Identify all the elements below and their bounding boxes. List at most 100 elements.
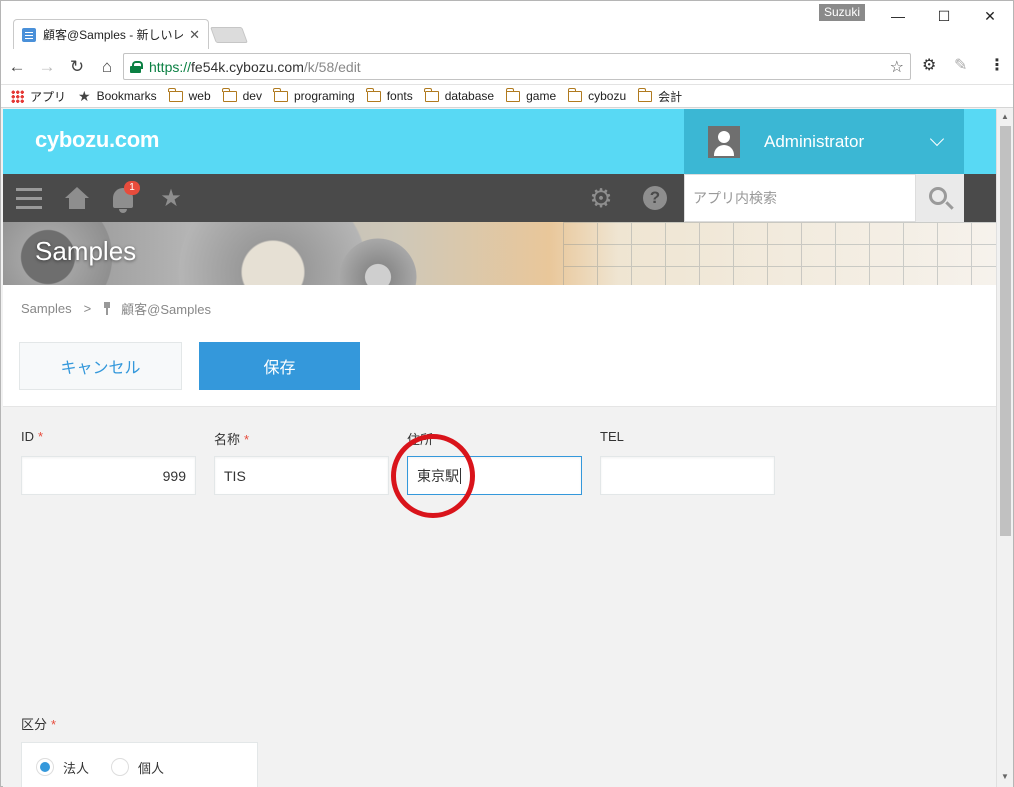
bookmark-star-icon[interactable]: ☆ (890, 57, 904, 77)
minimize-icon[interactable]: — (875, 1, 921, 31)
window-controls: — ☐ ✕ (875, 1, 1013, 31)
url-scheme: https:// (149, 58, 192, 75)
field-label-text: ID (21, 429, 34, 444)
field-label-name: 名称 * (214, 429, 249, 448)
forward-icon[interactable]: → (33, 53, 61, 81)
user-menu[interactable]: Administrator (684, 109, 964, 174)
browser-titlebar: 顧客@Samples - 新しいレ ✕ Suzuki — ☐ ✕ (1, 1, 1013, 49)
field-label-tel: TEL (600, 429, 624, 444)
reload-icon[interactable]: ↻ (63, 53, 91, 81)
field-label-text: 区分 (21, 717, 48, 732)
chevron-down-icon (929, 131, 945, 146)
radio-label: 個人 (138, 760, 165, 776)
id-field[interactable]: 999 (21, 456, 196, 495)
bookmark-fonts[interactable]: fonts (366, 87, 413, 103)
id-value: 999 (162, 467, 186, 484)
folder-icon (424, 87, 439, 102)
required-mark: * (51, 717, 57, 732)
bookmark-label: database (444, 89, 495, 103)
menu-kebab-icon[interactable]: ⋮ (989, 55, 1005, 75)
help-icon[interactable]: ? (641, 174, 669, 222)
extension-icon[interactable]: ✎ (954, 55, 967, 75)
breadcrumb-app[interactable]: 顧客@Samples (121, 299, 211, 318)
bookmark-label: fonts (386, 89, 413, 103)
bookmark-database[interactable]: database (424, 87, 495, 103)
browser-tab[interactable]: 顧客@Samples - 新しいレ ✕ (13, 19, 209, 49)
user-name: Administrator (764, 131, 865, 151)
annotation-circle (391, 434, 475, 518)
kintone-header: cybozu.com Administrator (3, 109, 996, 174)
save-button[interactable]: 保存 (199, 342, 360, 390)
scroll-thumb[interactable] (1000, 126, 1011, 536)
required-mark: * (244, 432, 250, 447)
browser-window: 顧客@Samples - 新しいレ ✕ Suzuki — ☐ ✕ ← → ↻ ⌂… (0, 0, 1014, 787)
apps-icon (11, 89, 24, 103)
hamburger-menu-icon[interactable] (15, 174, 43, 222)
star-icon: ★ (78, 87, 91, 104)
maximize-icon[interactable]: ☐ (921, 1, 967, 31)
settings-gear-icon[interactable]: ⚙ (587, 174, 615, 222)
banner-blueprint-art (563, 222, 996, 285)
space-banner: Samples (3, 222, 996, 285)
bookmark-bookmarks[interactable]: ★ Bookmarks (78, 88, 157, 105)
category-radio-group: 法人 個人 (21, 742, 258, 787)
close-tab-icon[interactable]: ✕ (189, 27, 200, 43)
tel-field[interactable] (600, 456, 775, 495)
folder-icon (222, 87, 237, 102)
home-nav-icon[interactable]: ⌂ (93, 53, 121, 81)
bookmark-dev[interactable]: dev (222, 87, 262, 103)
user-avatar-icon (708, 125, 740, 158)
radio-corporate[interactable]: 法人 (36, 758, 89, 777)
breadcrumb-space[interactable]: Samples (21, 301, 72, 316)
bookmark-apps[interactable]: アプリ (11, 88, 66, 105)
close-window-icon[interactable]: ✕ (967, 1, 1013, 31)
name-value: TIS (224, 467, 246, 484)
favorites-star-icon[interactable]: ★ (157, 174, 185, 222)
page-viewport: cybozu.com Administrator 1 ★ ⚙ ? アプリ内検索 … (3, 109, 996, 787)
breadcrumb: Samples > 顧客@Samples (21, 299, 211, 318)
folder-icon (168, 87, 183, 102)
cancel-button[interactable]: キャンセル (19, 342, 182, 390)
page-scrollbar[interactable]: ▲ ▼ (996, 109, 1013, 787)
bookmark-label: Bookmarks (96, 89, 157, 103)
search-button[interactable] (916, 174, 964, 222)
tab-title: 顧客@Samples - 新しいレ (43, 28, 184, 42)
folder-icon (505, 87, 521, 102)
scroll-up-icon[interactable]: ▲ (1001, 112, 1009, 121)
global-nav-bar: 1 ★ ⚙ ? アプリ内検索 (3, 174, 996, 222)
bookmark-game[interactable]: game (505, 87, 557, 103)
radio-individual[interactable]: 個人 (111, 758, 164, 777)
radio-button-selected[interactable] (36, 758, 54, 776)
new-tab-button[interactable] (210, 27, 248, 43)
required-mark: * (38, 429, 44, 444)
home-icon[interactable] (63, 174, 91, 222)
pin-icon (103, 302, 111, 315)
scroll-down-icon[interactable]: ▼ (1001, 772, 1009, 781)
app-search-input[interactable]: アプリ内検索 (684, 174, 916, 222)
cybozu-logo[interactable]: cybozu.com (35, 127, 159, 153)
url-host: fe54k.cybozu.com (191, 58, 304, 75)
radio-label: 法人 (63, 760, 90, 776)
breadcrumb-separator: > (83, 301, 92, 316)
bookmark-cybozu[interactable]: cybozu (567, 87, 626, 103)
bookmark-label: game (526, 89, 557, 103)
bookmark-programing[interactable]: programing (273, 87, 355, 103)
bookmarks-bar: アプリ ★ Bookmarks web dev programing fonts … (1, 85, 1013, 108)
bookmark-web[interactable]: web (168, 87, 211, 103)
folder-icon (637, 87, 653, 102)
address-bar[interactable]: https://fe54k.cybozu.com/k/58/edit ☆ (123, 53, 911, 80)
extension-gear-icon[interactable]: ⚙ (922, 55, 936, 75)
profile-name[interactable]: Suzuki (819, 4, 866, 21)
back-icon[interactable]: ← (3, 53, 31, 81)
browser-toolbar: ← → ↻ ⌂ https://fe54k.cybozu.com/k/58/ed… (1, 49, 1013, 85)
search-icon (929, 187, 947, 205)
folder-icon (366, 87, 381, 102)
bookmark-label: アプリ (30, 89, 67, 104)
field-label-category: 区分 * (21, 714, 56, 733)
field-label-id: ID * (21, 429, 43, 444)
name-field[interactable]: TIS (214, 456, 389, 495)
space-title: Samples (35, 236, 137, 266)
radio-button[interactable] (111, 758, 130, 776)
bookmark-accounting[interactable]: 会計 (637, 87, 682, 105)
record-edit-header: Samples > 顧客@Samples キャンセル 保存 (3, 285, 996, 407)
